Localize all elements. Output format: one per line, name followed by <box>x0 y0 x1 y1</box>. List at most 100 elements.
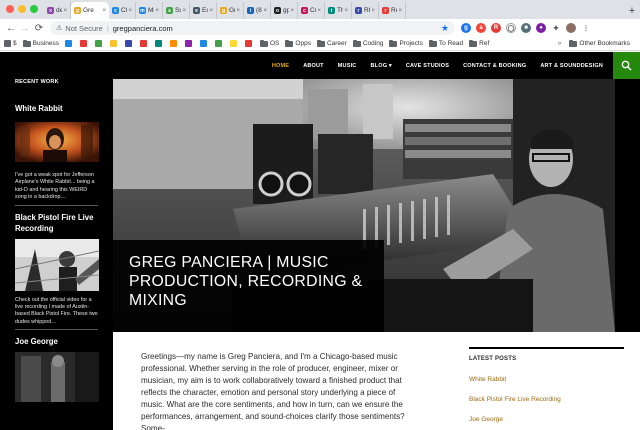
tab-close-icon[interactable]: × <box>182 8 186 14</box>
post-thumbnail-image[interactable] <box>15 352 99 403</box>
tab-close-icon[interactable]: × <box>371 8 375 14</box>
tab-title: Gre <box>229 7 235 14</box>
close-window-button[interactable] <box>6 5 14 13</box>
nav-home[interactable]: HOME <box>265 63 296 69</box>
url-text[interactable]: gregpanciera.com <box>113 24 173 33</box>
latest-post-link[interactable]: Black Pistol Fire Live Recording <box>469 396 624 403</box>
bookmark-item[interactable] <box>110 40 119 47</box>
latest-post-link[interactable]: Joe George <box>469 416 624 423</box>
tab-close-icon[interactable]: × <box>236 8 240 14</box>
tab-favicon-icon: m <box>139 7 146 14</box>
maximize-window-button[interactable] <box>30 5 38 13</box>
browser-tab[interactable]: xden× <box>44 2 71 19</box>
bookmark-item[interactable] <box>185 40 194 47</box>
bookmark-folder[interactable]: Ref <box>469 39 489 47</box>
bookmark-item[interactable] <box>215 40 224 47</box>
browser-tab[interactable]: rRea× <box>379 2 406 19</box>
reload-button[interactable]: ⟳ <box>32 21 46 35</box>
other-bookmarks-folder[interactable]: Other Bookmarks <box>569 39 630 47</box>
latest-post-link[interactable]: White Rabbit <box>469 376 624 383</box>
bookmark-favicon-icon <box>215 40 222 47</box>
nav-cave-studios[interactable]: CAVE STUDIOS <box>399 63 456 69</box>
browser-tab[interactable]: gGre× <box>71 2 109 19</box>
new-tab-button[interactable]: + <box>624 2 640 19</box>
puzzle-extensions-icon[interactable]: ✚ <box>551 23 561 33</box>
tab-title: The <box>337 7 343 14</box>
menu-kebab-icon[interactable]: ⋮ <box>581 23 591 33</box>
tab-close-icon[interactable]: × <box>63 8 67 14</box>
bookmark-item[interactable] <box>125 40 134 47</box>
bookmark-folder[interactable]: Opps <box>285 39 311 47</box>
tab-close-icon[interactable]: × <box>344 8 348 14</box>
bookmark-folder[interactable]: Career <box>316 39 347 47</box>
extension-icon[interactable]: ◯ <box>506 23 516 33</box>
nav-music[interactable]: MUSIC <box>331 63 364 69</box>
tab-close-icon[interactable]: × <box>317 8 321 14</box>
nav-blog[interactable]: BLOG ▾ <box>363 63 398 69</box>
bookmark-favicon-icon <box>95 40 102 47</box>
browser-tab[interactable]: cCle× <box>109 2 136 19</box>
bookmark-item[interactable] <box>245 40 254 47</box>
bookmark-folder[interactable]: OS <box>260 39 279 47</box>
extension-icon[interactable]: ● <box>536 23 546 33</box>
tab-list: xden×gGre×cCle×mMu×sSup×eExp×gGre×i(8)×o… <box>44 2 624 19</box>
browser-tab[interactable]: eExp× <box>190 2 217 19</box>
folder-icon <box>428 39 437 47</box>
sidebar-post-title[interactable]: White Rabbit <box>15 103 98 114</box>
browser-tab[interactable]: ogpa× <box>271 2 298 19</box>
bookmark-item[interactable] <box>80 40 89 47</box>
nav-art-sounddesign[interactable]: ART & SOUNDDESIGN <box>533 63 610 69</box>
forward-button[interactable]: → <box>18 21 32 35</box>
bookmark-folder[interactable]: Projects <box>389 39 423 47</box>
tab-close-icon[interactable]: × <box>263 8 267 14</box>
minimize-window-button[interactable] <box>18 5 26 13</box>
bookmark-item[interactable] <box>200 40 209 47</box>
nav-contact-booking[interactable]: CONTACT & BOOKING <box>456 63 533 69</box>
extension-icon[interactable]: g <box>461 23 471 33</box>
extension-icon[interactable]: R <box>491 23 501 33</box>
sidebar-post-title[interactable]: Black Pistol Fire Live Recording <box>15 212 98 234</box>
browser-tab[interactable]: i(8)× <box>244 2 271 19</box>
tab-favicon-icon: r <box>382 7 389 14</box>
browser-tab[interactable]: tThe× <box>325 2 352 19</box>
bookmark-item[interactable]: $ <box>4 40 17 47</box>
bookmark-item[interactable] <box>170 40 179 47</box>
browser-tab[interactable]: gGre× <box>217 2 244 19</box>
bookmark-favicon-icon <box>80 40 87 47</box>
latest-posts-widget: LATEST POSTS White Rabbit Black Pistol F… <box>469 347 624 423</box>
bookmark-item[interactable] <box>230 40 239 47</box>
bookmarks-overflow-button[interactable]: » <box>558 40 562 47</box>
browser-tab[interactable]: cCre× <box>298 2 325 19</box>
bookmark-item[interactable] <box>140 40 149 47</box>
browser-tab[interactable]: sSup× <box>163 2 190 19</box>
tab-close-icon[interactable]: × <box>155 8 159 14</box>
tab-close-icon[interactable]: × <box>398 8 402 14</box>
browser-tab[interactable]: rREA× <box>352 2 379 19</box>
tab-close-icon[interactable]: × <box>290 8 294 14</box>
search-toggle-button[interactable] <box>613 52 640 79</box>
profile-avatar[interactable] <box>566 23 576 33</box>
extension-icon[interactable]: a <box>476 23 486 33</box>
tab-close-icon[interactable]: × <box>128 8 132 14</box>
bookmark-folder[interactable]: Business <box>22 39 59 47</box>
bookmark-item[interactable] <box>95 40 104 47</box>
extension-icon[interactable]: ■ <box>521 23 531 33</box>
warning-icon[interactable]: ⚠ <box>56 24 62 32</box>
bookmark-star-icon[interactable]: ★ <box>441 23 449 34</box>
sidebar-post-title[interactable]: Joe George <box>15 336 98 347</box>
tab-close-icon[interactable]: × <box>209 8 213 14</box>
bookmark-item[interactable] <box>65 40 74 47</box>
bookmark-item[interactable] <box>155 40 164 47</box>
tab-close-icon[interactable]: × <box>102 8 106 14</box>
bookmark-favicon-icon <box>170 40 177 47</box>
browser-tab[interactable]: mMu× <box>136 2 163 19</box>
post-thumbnail-image[interactable] <box>15 122 99 162</box>
bookmark-label: Projects <box>399 40 423 47</box>
bookmark-folder[interactable]: Coding <box>352 39 383 47</box>
bookmark-folder[interactable]: To Read <box>428 39 463 47</box>
nav-about[interactable]: ABOUT <box>296 63 331 69</box>
post-thumbnail-image[interactable] <box>15 238 99 291</box>
back-button[interactable]: ← <box>4 21 18 35</box>
address-bar[interactable]: ⚠ Not Secure | gregpanciera.com ★ <box>50 21 455 35</box>
hero-caption: GREG PANCIERA | MUSIC PRODUCTION, RECORD… <box>113 240 384 332</box>
